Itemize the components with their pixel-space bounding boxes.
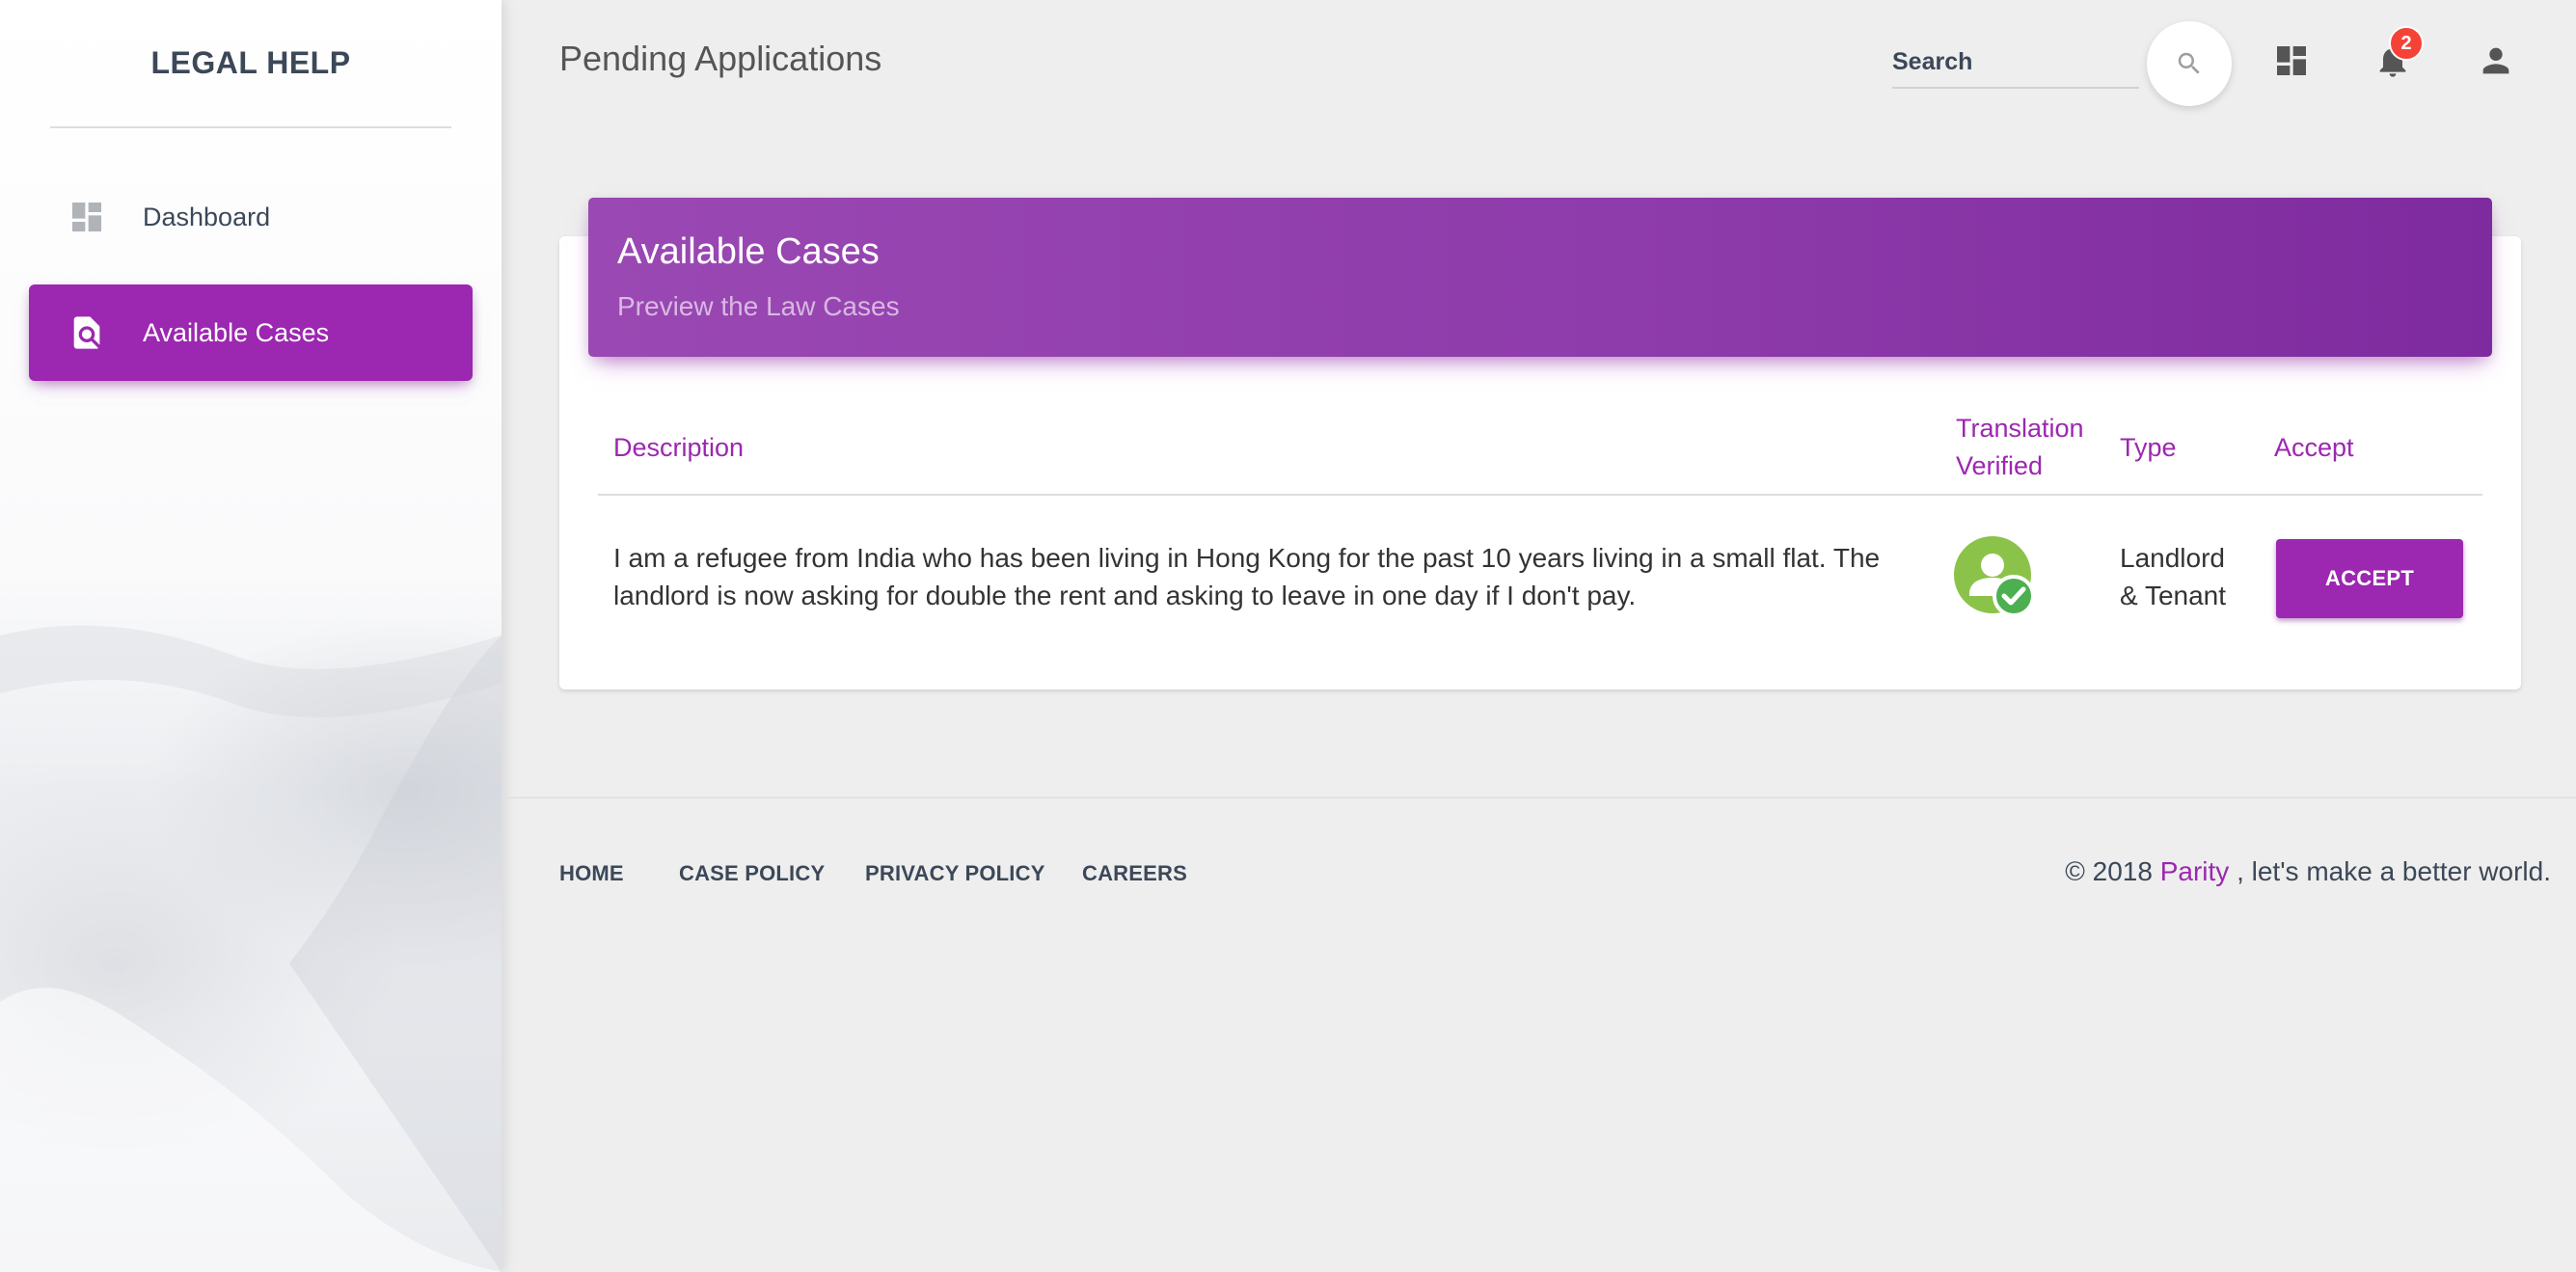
accept-button[interactable]: ACCEPT bbox=[2276, 539, 2463, 618]
person-icon bbox=[2482, 47, 2509, 74]
sidebar-item-dashboard[interactable]: Dashboard bbox=[29, 169, 473, 265]
table-header-divider bbox=[598, 494, 2482, 496]
description-line: I am a refugee from India who has been l… bbox=[613, 543, 1881, 573]
copyright-suffix: , let's make a better world. bbox=[2237, 856, 2551, 886]
footer-link-privacy-policy[interactable]: PRIVACY POLICY bbox=[865, 861, 1045, 886]
case-type: Landlord & Tenant bbox=[2120, 539, 2226, 614]
card-header bbox=[588, 198, 2492, 357]
card-title: Available Cases bbox=[617, 231, 880, 272]
sidebar-item-label: Dashboard bbox=[143, 202, 271, 231]
dashboard-icon bbox=[2277, 46, 2306, 75]
footer-link-case-policy[interactable]: CASE POLICY bbox=[679, 861, 825, 886]
sidebar-item-available-cases[interactable]: Available Cases bbox=[29, 284, 473, 381]
search-icon bbox=[2178, 52, 2200, 74]
translation-verified-icon bbox=[1954, 536, 2035, 617]
footer-divider bbox=[502, 797, 2576, 798]
copyright: © 2018 Parity , let's make a better worl… bbox=[2065, 856, 2551, 887]
footer-link-home[interactable]: HOME bbox=[559, 861, 624, 886]
search-field bbox=[1892, 39, 2139, 89]
type-line: & Tenant bbox=[2120, 581, 2227, 610]
card-subtitle: Preview the Law Cases bbox=[617, 291, 900, 321]
find-in-page-icon bbox=[66, 311, 108, 354]
column-header-description: Description bbox=[613, 433, 745, 462]
parity-link[interactable]: Parity bbox=[2160, 856, 2230, 886]
description-line: landlord is now asking for double the re… bbox=[613, 581, 1637, 610]
profile-button[interactable] bbox=[2474, 39, 2518, 83]
footer-link-careers[interactable]: CAREERS bbox=[1082, 861, 1187, 886]
column-header-translation-verified: Translation Verified bbox=[1956, 410, 2084, 485]
search-button[interactable] bbox=[2147, 21, 2232, 106]
sidebar-item-label: Available Cases bbox=[143, 317, 330, 347]
copyright-prefix: © 2018 bbox=[2065, 856, 2153, 886]
notification-count-badge: 2 bbox=[2389, 26, 2424, 61]
sidebar: LEGAL HELP Dashboard Available Cases bbox=[0, 0, 502, 1272]
dashboard-icon bbox=[66, 196, 108, 238]
case-description: I am a refugee from India who has been l… bbox=[613, 539, 1880, 614]
column-header-type: Type bbox=[2120, 433, 2177, 462]
type-line: Landlord bbox=[2120, 543, 2225, 573]
column-header-line: Verified bbox=[1956, 451, 2044, 480]
dashboard-button[interactable] bbox=[2269, 39, 2314, 83]
column-header-accept: Accept bbox=[2274, 433, 2354, 462]
sidebar-background-mountain bbox=[0, 625, 502, 1272]
search-input[interactable] bbox=[1892, 39, 2139, 85]
page-title: Pending Applications bbox=[559, 39, 882, 78]
column-header-line: Translation bbox=[1956, 414, 2084, 443]
brand-logo[interactable]: LEGAL HELP bbox=[50, 0, 451, 128]
